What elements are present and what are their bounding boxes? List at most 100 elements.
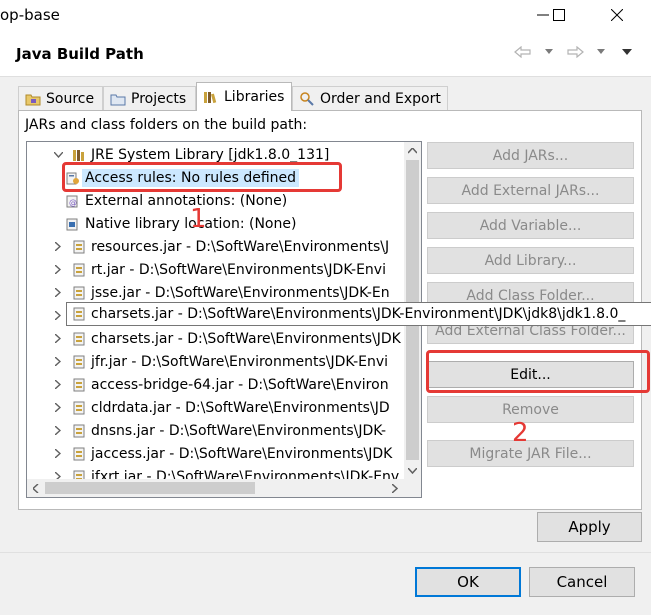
tree-item[interactable]: cldrdata.jar - D:\SoftWare\Environments\… xyxy=(27,396,421,419)
scroll-left-icon[interactable] xyxy=(27,479,44,497)
collapse-chevron-icon[interactable] xyxy=(51,148,65,162)
maximize-icon xyxy=(553,9,565,21)
expand-chevron-icon[interactable] xyxy=(51,332,65,346)
tree-item-label: jaccess.jar - D:\SoftWare\Environments\J… xyxy=(91,445,393,462)
ok-button[interactable]: OK xyxy=(415,567,521,597)
projects-icon xyxy=(110,91,126,107)
tab-projects[interactable]: Projects xyxy=(103,86,196,110)
page-header: Java Build Path xyxy=(0,32,651,77)
tree-item[interactable]: dnsns.jar - D:\SoftWare\Environments\JDK… xyxy=(27,419,421,442)
add-library-button[interactable]: Add Library... xyxy=(427,247,634,274)
add-variable-label: Add Variable... xyxy=(479,217,582,234)
jar-icon xyxy=(71,285,87,301)
expand-chevron-icon[interactable] xyxy=(51,309,65,323)
add-library-label: Add Library... xyxy=(484,252,577,269)
back-dropdown-icon[interactable] xyxy=(539,43,559,61)
expand-chevron-icon[interactable] xyxy=(51,424,65,438)
expand-chevron-icon[interactable] xyxy=(51,240,65,254)
migrate-jar-button[interactable]: Migrate JAR File... xyxy=(427,440,634,467)
expand-chevron-icon[interactable] xyxy=(51,401,65,415)
tree-item[interactable]: @ External annotations: (None) xyxy=(27,189,421,212)
jar-icon xyxy=(71,262,87,278)
add-jars-button[interactable]: Add JARs... xyxy=(427,142,634,169)
remove-label: Remove xyxy=(502,401,559,418)
tab-order-and-export[interactable]: Order and Export xyxy=(292,86,448,110)
tooltip-text: charsets.jar - D:\SoftWare\Environments\… xyxy=(91,306,626,322)
tree-item-label: resources.jar - D:\SoftWare\Environments… xyxy=(91,238,390,255)
apply-label: Apply xyxy=(568,518,611,536)
window-title: op-base xyxy=(0,6,60,24)
jar-icon xyxy=(71,306,87,322)
add-external-jars-button[interactable]: Add External JARs... xyxy=(427,177,634,204)
jar-icon xyxy=(71,400,87,416)
tab-libraries-label: Libraries xyxy=(224,89,285,105)
back-arrow-icon[interactable] xyxy=(513,43,533,61)
jar-icon xyxy=(71,377,87,393)
highlight-access-rules xyxy=(62,162,342,192)
tree-item-label: cldrdata.jar - D:\SoftWare\Environments\… xyxy=(91,399,390,416)
tree-item[interactable]: access-bridge-64.jar - D:\SoftWare\Envir… xyxy=(27,373,421,396)
expand-chevron-icon[interactable] xyxy=(51,355,65,369)
svg-text:@: @ xyxy=(69,198,77,207)
add-external-jars-label: Add External JARs... xyxy=(461,182,600,199)
close-icon xyxy=(611,9,623,21)
tree-item[interactable]: jaccess.jar - D:\SoftWare\Environments\J… xyxy=(27,442,421,465)
annotations-icon: @ xyxy=(65,193,81,209)
cancel-button[interactable]: Cancel xyxy=(529,567,635,597)
tab-source[interactable]: Source xyxy=(18,86,103,110)
cancel-label: Cancel xyxy=(556,573,608,591)
tree-item[interactable]: charsets.jar - D:\SoftWare\Environments\… xyxy=(27,327,421,350)
window-titlebar: op-base xyxy=(0,0,651,32)
add-variable-button[interactable]: Add Variable... xyxy=(427,212,634,239)
expand-chevron-icon[interactable] xyxy=(51,378,65,392)
jar-icon xyxy=(71,239,87,255)
tree-item[interactable]: rt.jar - D:\SoftWare\Environments\JDK-En… xyxy=(27,258,421,281)
jar-icon xyxy=(71,446,87,462)
forward-arrow-icon[interactable] xyxy=(565,43,585,61)
tree-item-label: charsets.jar - D:\SoftWare\Environments\… xyxy=(91,330,401,347)
tree-item-label: rt.jar - D:\SoftWare\Environments\JDK-En… xyxy=(91,261,386,278)
scroll-down-icon[interactable] xyxy=(404,462,421,479)
tree-item[interactable]: resources.jar - D:\SoftWare\Environments… xyxy=(27,235,421,258)
expand-chevron-icon[interactable] xyxy=(51,286,65,300)
footer-divider xyxy=(0,552,651,553)
view-menu-icon[interactable] xyxy=(617,43,637,61)
build-path-label: JARs and class folders on the build path… xyxy=(25,117,308,133)
tab-libraries[interactable]: Libraries xyxy=(196,82,292,111)
add-jars-label: Add JARs... xyxy=(492,147,569,164)
ok-label: OK xyxy=(457,573,479,591)
scroll-right-icon[interactable] xyxy=(386,479,403,497)
tab-projects-label: Projects xyxy=(131,90,187,107)
page-title: Java Build Path xyxy=(16,45,144,63)
close-window-button[interactable] xyxy=(594,0,640,30)
annotation-step-2: 2 xyxy=(512,418,529,448)
highlight-edit-button xyxy=(426,350,650,393)
tree-item[interactable]: jsse.jar - D:\SoftWare\Environments\JDK-… xyxy=(27,281,421,304)
expand-chevron-icon[interactable] xyxy=(51,447,65,461)
native-library-icon xyxy=(65,216,81,232)
forward-dropdown-icon[interactable] xyxy=(591,43,611,61)
jar-icon xyxy=(71,354,87,370)
libraries-icon xyxy=(203,89,219,105)
annotation-step-1: 1 xyxy=(190,204,207,234)
horizontal-scroll-thumb[interactable] xyxy=(45,482,255,494)
tree-item-label: access-bridge-64.jar - D:\SoftWare\Envir… xyxy=(91,376,389,393)
path-tooltip: charsets.jar - D:\SoftWare\Environments\… xyxy=(66,302,651,326)
history-navigation xyxy=(513,43,637,61)
tree-horizontal-scrollbar[interactable] xyxy=(27,479,421,497)
library-icon xyxy=(71,147,87,163)
tree-item-label: External annotations: (None) xyxy=(85,192,288,209)
order-export-icon xyxy=(299,91,315,107)
tree-item-label: jsse.jar - D:\SoftWare\Environments\JDK-… xyxy=(91,284,390,301)
jar-icon xyxy=(71,331,87,347)
scroll-up-icon[interactable] xyxy=(404,142,421,159)
tree-item[interactable]: Native library location: (None) xyxy=(27,212,421,235)
tree-item[interactable]: jfr.jar - D:\SoftWare\Environments\JDK-E… xyxy=(27,350,421,373)
maximize-button[interactable] xyxy=(536,0,582,30)
remove-button[interactable]: Remove xyxy=(427,396,634,423)
migrate-jar-label: Migrate JAR File... xyxy=(469,445,592,462)
apply-button[interactable]: Apply xyxy=(537,512,642,542)
tab-source-label: Source xyxy=(46,90,95,107)
expand-chevron-icon[interactable] xyxy=(51,263,65,277)
tab-order-and-export-label: Order and Export xyxy=(320,90,441,107)
